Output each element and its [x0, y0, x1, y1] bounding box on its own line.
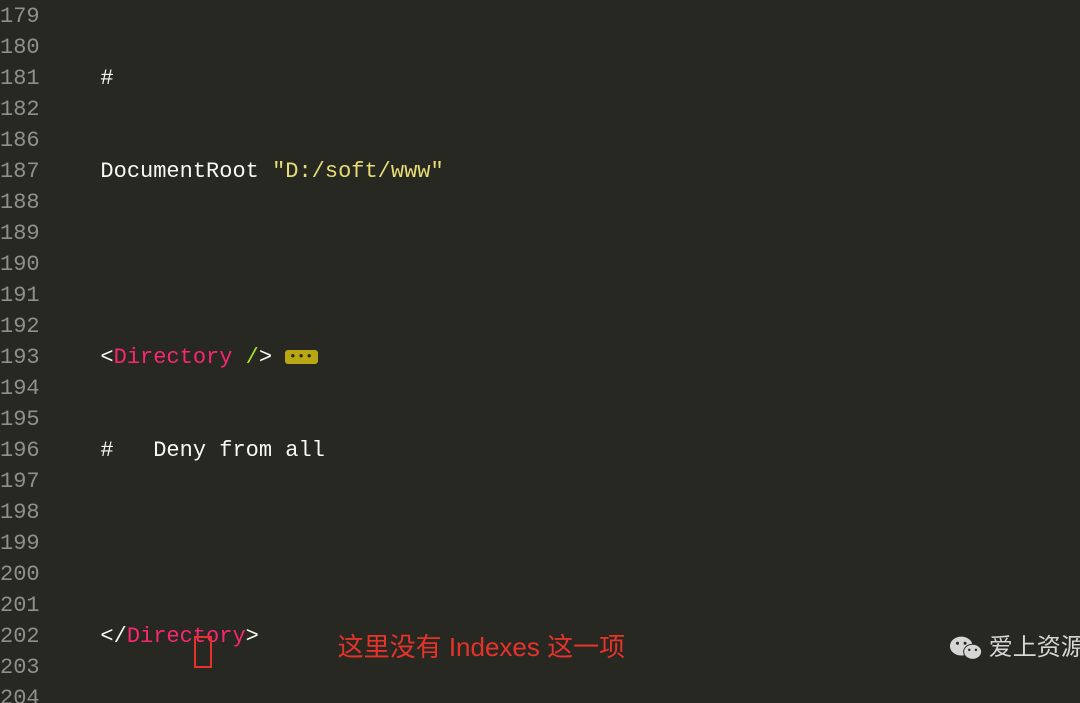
watermark-text: 爱上资源 [989, 632, 1080, 663]
line-number: 192 [0, 311, 40, 342]
code-line[interactable]: <Directory /> ••• [48, 342, 1080, 373]
line-number: 198 [0, 497, 40, 528]
code-editor[interactable]: 179 180 181 182 186 187 188 189 190 191 … [0, 0, 1080, 703]
line-number: 200 [0, 559, 40, 590]
line-number: 194 [0, 373, 40, 404]
code-line[interactable]: # Deny from all [48, 435, 1080, 466]
line-number: 203 [0, 652, 40, 683]
line-number: 189 [0, 218, 40, 249]
line-number: 188 [0, 187, 40, 218]
line-number: 179 [0, 1, 40, 32]
line-number: 187 [0, 156, 40, 187]
annotation-text: 这里没有 Indexes 这一项 [338, 632, 626, 663]
wechat-icon [949, 633, 983, 663]
line-number: 191 [0, 280, 40, 311]
line-number: 190 [0, 249, 40, 280]
annotation-box [194, 636, 212, 668]
line-number: 201 [0, 590, 40, 621]
line-number: 199 [0, 528, 40, 559]
code-line[interactable]: # [48, 63, 1080, 94]
code-line[interactable]: DocumentRoot "D:/soft/www" [48, 156, 1080, 187]
line-number: 204 [0, 683, 40, 703]
line-number: 193 [0, 342, 40, 373]
annotation-arrow-icon [215, 652, 335, 703]
line-number: 181 [0, 63, 40, 94]
line-number: 180 [0, 32, 40, 63]
watermark: 爱上资源 [949, 632, 1080, 663]
line-number: 182 [0, 94, 40, 125]
line-number: 195 [0, 404, 40, 435]
code-line[interactable] [48, 528, 1080, 559]
line-number: 196 [0, 435, 40, 466]
line-number: 186 [0, 125, 40, 156]
code-area[interactable]: # DocumentRoot "D:/soft/www" <Directory … [48, 0, 1080, 703]
line-number: 197 [0, 466, 40, 497]
fold-marker-icon[interactable]: ••• [285, 350, 318, 364]
line-number: 202 [0, 621, 40, 652]
code-line[interactable] [48, 249, 1080, 280]
line-number-gutter: 179 180 181 182 186 187 188 189 190 191 … [0, 0, 48, 703]
